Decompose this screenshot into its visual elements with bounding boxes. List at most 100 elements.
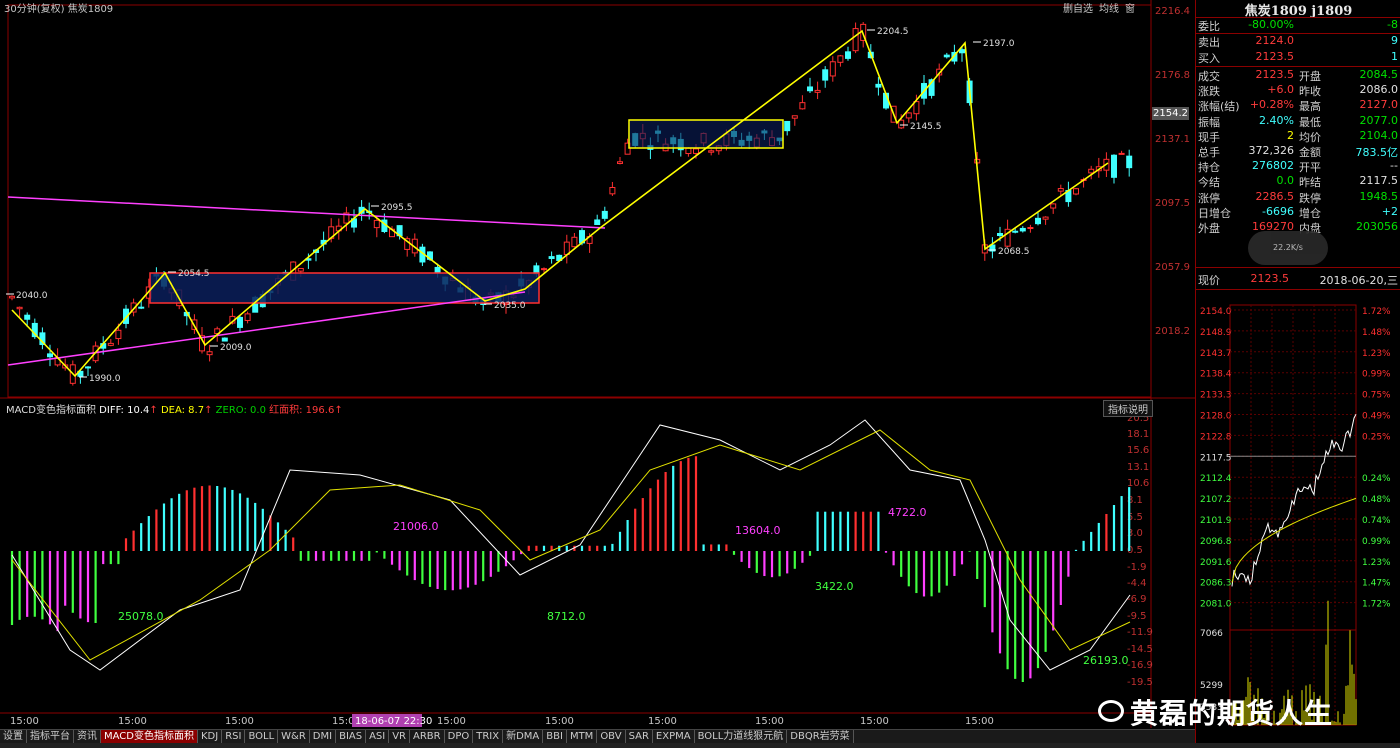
watermark: 黄磊的期货人生 (1130, 697, 1334, 730)
cursor-time-label: 18-06-07 22:30 (355, 716, 432, 727)
macd-axis-label: 10.6 (1127, 478, 1149, 489)
candle-body (373, 219, 380, 229)
status-strip (0, 743, 1400, 748)
candle-body (244, 313, 251, 321)
candle-body (85, 366, 91, 369)
candle-body (9, 295, 15, 299)
indicator-tab[interactable]: BIAS (336, 730, 367, 744)
candle-body (799, 102, 806, 110)
quote-value: 0.0 (1276, 174, 1295, 188)
time-axis-label: 15:00 (648, 716, 677, 727)
candle-body (1035, 217, 1041, 225)
sell-row: 卖出 2124.0 9 (1198, 34, 1398, 49)
indicator-tab[interactable]: KDJ (198, 730, 223, 744)
candle-body (822, 69, 829, 81)
ma-button[interactable]: 均线 (1099, 4, 1119, 15)
candle-body (24, 314, 31, 320)
volume-axis-label: 7066 (1200, 629, 1223, 639)
indicator-help-button[interactable]: 指标说明 (1103, 400, 1153, 417)
macd-area-value: 25078.0 (118, 610, 164, 623)
candle-body (1126, 155, 1133, 169)
quote-value: 2084.5 (1359, 68, 1399, 81)
indicator-tab[interactable]: ARBR (410, 730, 445, 744)
intraday-pct-label: 1.23% (1362, 349, 1391, 359)
indicator-tab[interactable]: W&R (278, 730, 310, 744)
quote-label: 均价 (1299, 130, 1321, 144)
quote-row: 总手 372,326 金额 783.5亿 (1196, 144, 1400, 159)
quote-label: 成交 (1198, 70, 1220, 83)
candle-body (693, 148, 699, 154)
quote-label: 最高 (1299, 100, 1321, 114)
time-axis-label: 15:00 (118, 716, 147, 727)
quote-value: 2117.5 (1359, 174, 1399, 188)
candle-body (237, 316, 243, 328)
indicator-tab[interactable]: SAR (626, 730, 653, 744)
quote-value: -6696 (1262, 204, 1294, 218)
resistance-line (7, 196, 606, 229)
kline-macd-svg[interactable]: 2216.4 2176.8 2137.1 2097.5 2057.9 2018.2 2040… (0, 0, 1195, 748)
remove-favorite-button[interactable]: 删自选 (1063, 4, 1093, 15)
buy-row: 买入 2123.5 1 (1198, 50, 1398, 65)
intraday-price-label: 2107.2 (1200, 495, 1232, 505)
quote-title: 焦炭1809 j1809 (1244, 4, 1353, 19)
quote-value: 2.40% (1259, 113, 1294, 127)
candle-body (571, 236, 578, 248)
intraday-price-label: 2101.9 (1200, 516, 1232, 526)
quote-value: 203056 (1356, 220, 1398, 233)
price-axis-label: 2216.4 (1155, 6, 1190, 17)
quote-value: 2104.0 (1359, 128, 1399, 142)
indicator-tab[interactable]: 新DMA (503, 730, 544, 744)
indicator-tab[interactable]: BBI (543, 730, 567, 744)
candle-body (617, 161, 623, 164)
indicator-tab[interactable]: 资讯 (74, 730, 101, 744)
indicator-tab[interactable]: RSI (222, 730, 246, 744)
window-button[interactable]: 窗 (1125, 4, 1135, 15)
candle-body (943, 54, 950, 58)
weibo-logo-icon (1098, 700, 1124, 722)
indicator-tab[interactable]: DPO (445, 730, 474, 744)
quote-label: 开盘 (1299, 70, 1321, 83)
quote-row: 现手 2 均价 2104.0 (1196, 129, 1400, 144)
indicator-tab[interactable]: OBV (597, 730, 626, 744)
quote-label: 总手 (1198, 146, 1220, 159)
price-annotation: 2068.5 (998, 247, 1030, 257)
candle-body (138, 306, 145, 309)
indicator-tab[interactable]: EXPMA (653, 730, 695, 744)
indicator-tab[interactable]: MTM (567, 730, 598, 744)
quote-value: 372,326 (1248, 144, 1295, 157)
indicator-tab[interactable]: 设置 (0, 730, 27, 744)
candle-body (1050, 203, 1057, 209)
indicator-tab[interactable]: ASI (366, 730, 390, 744)
intraday-price-label: 2148.9 (1200, 328, 1232, 338)
chart-top-buttons: 删自选 均线窗 (1063, 0, 1141, 15)
indicator-tab[interactable]: BOLL力道线狠元航 (695, 730, 788, 744)
price-annotation: 2204.5 (877, 27, 909, 37)
indicator-tab[interactable]: BOLL (245, 730, 279, 744)
indicator-tab[interactable]: 指标平台 (27, 730, 74, 744)
candle-body (708, 150, 715, 153)
indicator-tab[interactable]: VR (389, 730, 411, 744)
intraday-chart[interactable]: 2154.0 2148.9 2143.7 2138.4 2133.3 2128.0 2122… (1196, 300, 1400, 740)
indicator-tab[interactable]: MACD变色指标面积 (101, 730, 198, 744)
price-annotation: 2040.0 (16, 291, 48, 301)
chart-area[interactable]: 2216.4 2176.8 2137.1 2097.5 2057.9 2018.2 2040… (0, 0, 1195, 748)
candle-body (791, 115, 798, 119)
price-annotation: 1990.0 (89, 374, 121, 384)
quote-value: 2123.5 (1255, 68, 1295, 81)
now-price-row: 现价 2123.5 2018-06-20,三 (1198, 272, 1398, 287)
indicator-tab[interactable]: DMI (310, 730, 337, 744)
intraday-pct-label: 0.24% (1362, 474, 1391, 484)
indicator-tab[interactable]: DBQR岩劳菜 (787, 730, 854, 744)
quote-row: 涨停 2286.5 跌停 1948.5 (1196, 190, 1400, 205)
candle-body (1042, 216, 1049, 220)
price-axis-label: 2018.2 (1155, 326, 1190, 337)
quote-label: 最低 (1299, 115, 1321, 129)
quote-value: 2 (1287, 128, 1294, 142)
indicator-tab[interactable]: TRIX (473, 730, 504, 744)
quote-value: 2127.0 (1359, 98, 1399, 112)
quote-row: 日增仓 -6696 增仓 +2 (1196, 205, 1400, 220)
intraday-pct-label: 0.48% (1362, 495, 1391, 505)
intraday-price-label: 2138.4 (1200, 370, 1232, 380)
intraday-price-label: 2143.7 (1200, 349, 1232, 359)
time-axis-label: 15:00 (755, 716, 784, 727)
